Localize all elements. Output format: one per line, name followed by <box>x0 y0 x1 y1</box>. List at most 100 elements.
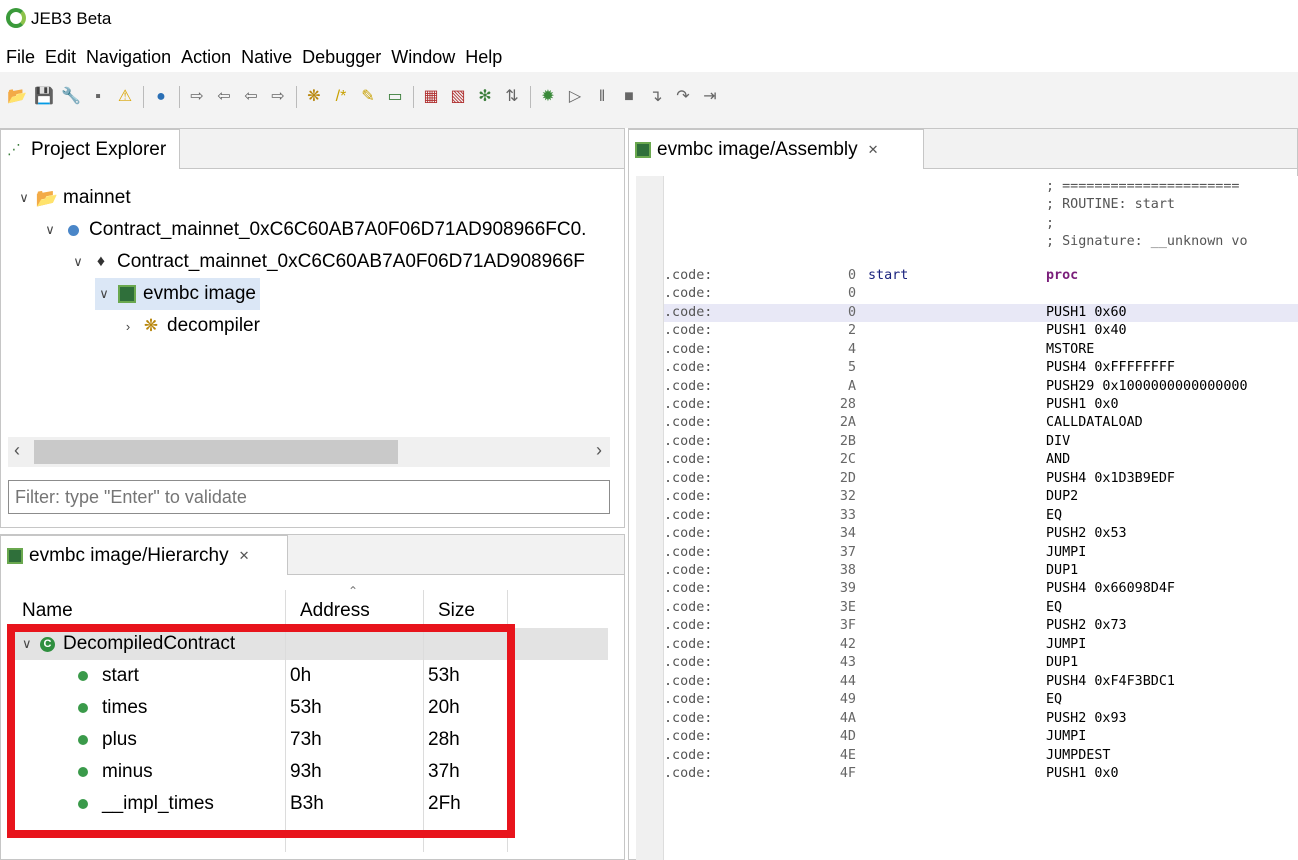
instruction: PUSH1 0x60 <box>1046 304 1127 320</box>
tree-item-contract-unit[interactable]: ∨ ♦ Contract_mainnet_0xC6C60AB7A0F06D71A… <box>69 246 585 278</box>
asm-line[interactable]: .code: 4E JUMPDEST <box>664 747 1298 765</box>
chevron-down-icon[interactable]: ∨ <box>41 222 59 238</box>
scroll-right-icon[interactable]: › <box>596 440 602 461</box>
asm-line[interactable]: .code: 2A CALLDATALOAD <box>664 414 1298 432</box>
stop-icon[interactable]: ■ <box>618 86 640 108</box>
address-offset: 4E <box>839 747 856 763</box>
menu-debugger[interactable]: Debugger <box>296 42 385 70</box>
wrench-icon[interactable]: 🔧 <box>60 86 82 108</box>
tree-item-decompiler[interactable]: › ❋ decompiler <box>119 310 260 342</box>
asm-line[interactable]: .code: 43 DUP1 <box>664 654 1298 672</box>
step-out-icon[interactable]: ⇥ <box>699 86 721 108</box>
navigate-forward-icon[interactable]: ⇨ <box>186 86 208 108</box>
tab-hierarchy[interactable]: evmbc image/Hierarchy ✕ <box>0 535 288 575</box>
horizontal-scrollbar[interactable]: ‹ › <box>8 437 610 467</box>
asm-line[interactable]: .code: 44 PUSH4 0xF4F3BDC1 <box>664 673 1298 691</box>
nodes-icon[interactable]: ✻ <box>474 86 496 108</box>
instruction: PUSH4 0x66098D4F <box>1046 581 1175 597</box>
asm-line[interactable]: .code: 2D PUSH4 0x1D3B9EDF <box>664 470 1298 488</box>
asm-line[interactable]: .code: 28 PUSH1 0x0 <box>664 396 1298 414</box>
run-icon[interactable]: ▷ <box>564 86 586 108</box>
chevron-right-icon[interactable]: › <box>119 319 137 334</box>
instruction: DUP2 <box>1046 489 1079 505</box>
address-offset: 2 <box>847 323 856 339</box>
asm-line[interactable]: .code: 3E EQ <box>664 599 1298 617</box>
tree-item-evmbc-image[interactable]: ∨ evmbc image <box>95 278 260 310</box>
export-icon[interactable]: ▭ <box>384 86 406 108</box>
asm-line[interactable]: .code: 38 DUP1 <box>664 562 1298 580</box>
debug-settings-icon[interactable]: ✹ <box>537 86 559 108</box>
asm-line[interactable]: .code: 4 MSTORE <box>664 341 1298 359</box>
address-offset: 2A <box>839 415 856 431</box>
asm-line[interactable]: .code: 2C AND <box>664 451 1298 469</box>
instruction: PUSH4 0x1D3B9EDF <box>1046 470 1175 486</box>
address-offset: 38 <box>839 563 856 578</box>
chevron-down-icon[interactable]: ∨ <box>95 286 113 302</box>
asm-line[interactable]: .code: 4D JUMPI <box>664 728 1298 746</box>
sort-icon[interactable]: ⇅ <box>501 86 523 108</box>
save-icon[interactable]: 💾 <box>33 86 55 108</box>
asm-line[interactable]: .code: 37 JUMPI <box>664 544 1298 562</box>
tab-project-explorer[interactable]: ⋰ Project Explorer <box>0 129 180 169</box>
scrollbar-thumb[interactable] <box>34 440 398 464</box>
menu-edit[interactable]: Edit <box>39 42 80 70</box>
navigate-back-icon[interactable]: ⇦ <box>213 86 235 108</box>
address-offset: 3F <box>839 618 856 634</box>
tab-assembly[interactable]: evmbc image/Assembly ✕ <box>628 129 924 169</box>
tab-label: Project Explorer <box>31 138 167 160</box>
asm-line[interactable]: .code: 5 PUSH4 0xFFFFFFFF <box>664 359 1298 377</box>
warning-icon[interactable]: ⚠ <box>114 86 136 108</box>
filter-input[interactable] <box>8 480 610 514</box>
menu-native[interactable]: Native <box>235 42 296 70</box>
asm-line[interactable]: .code: 32 DUP2 <box>664 488 1298 506</box>
menu-help[interactable]: Help <box>459 42 506 70</box>
rename-icon[interactable]: ✎ <box>357 86 379 108</box>
instruction: PUSH2 0x53 <box>1046 526 1127 542</box>
close-icon[interactable]: ✕ <box>868 142 879 158</box>
scroll-left-icon[interactable]: ‹ <box>14 440 20 461</box>
column-header-address[interactable]: ⌃ Address <box>286 584 424 626</box>
decompile-icon[interactable]: ❋ <box>303 86 325 108</box>
arrow-right-icon[interactable]: ⇨ <box>267 86 289 108</box>
chevron-down-icon[interactable]: ∨ <box>15 190 33 206</box>
asm-line[interactable]: .code: 0 <box>664 285 1298 303</box>
asm-line[interactable]: .code: 42 JUMPI <box>664 636 1298 654</box>
menu-action[interactable]: Action <box>175 42 235 70</box>
menu-navigation[interactable]: Navigation <box>80 42 175 70</box>
column-header-size[interactable]: Size <box>424 590 508 626</box>
column-header-name[interactable]: Name <box>8 590 286 626</box>
asm-line[interactable]: .code: 0 start proc <box>664 267 1298 285</box>
tree-item-mainnet[interactable]: ∨ 📂 mainnet <box>15 182 130 214</box>
chevron-down-icon[interactable]: ∨ <box>69 254 87 270</box>
asm-line[interactable]: .code: 2B DIV <box>664 433 1298 451</box>
asm-line[interactable]: .code: 4A PUSH2 0x93 <box>664 710 1298 728</box>
asm-line[interactable]: .code: 33 EQ <box>664 507 1298 525</box>
comment-icon[interactable]: /* <box>330 86 352 108</box>
asm-line[interactable]: .code: 4F PUSH1 0x0 <box>664 765 1298 783</box>
asm-line[interactable]: .code: 39 PUSH4 0x66098D4F <box>664 580 1298 598</box>
pause-icon[interactable]: ‖ <box>591 86 613 108</box>
address-offset: 4D <box>839 729 856 745</box>
assembly-view[interactable]: ; ====================== ; ROUTINE: start… <box>636 176 1298 860</box>
asm-line[interactable]: .code: 0 PUSH1 0x60 <box>664 303 1298 322</box>
asm-line[interactable]: .code: 3F PUSH2 0x73 <box>664 617 1298 635</box>
grid-icon[interactable]: ▦ <box>420 86 442 108</box>
globe-icon[interactable]: ● <box>150 86 172 108</box>
menu-file[interactable]: File <box>0 42 39 70</box>
step-over-icon[interactable]: ↷ <box>672 86 694 108</box>
graph-icon[interactable]: ▧ <box>447 86 469 108</box>
open-folder-icon[interactable]: 📂 <box>6 86 28 108</box>
ethereum-icon: ♦ <box>96 253 106 270</box>
step-into-icon[interactable]: ↴ <box>645 86 667 108</box>
minimize-icon[interactable]: ▪ <box>87 86 109 108</box>
asm-line[interactable]: .code: 2 PUSH1 0x40 <box>664 322 1298 340</box>
tree-item-contract-artifact[interactable]: ∨ Contract_mainnet_0xC6C60AB7A0F06D71AD9… <box>41 214 586 246</box>
arrow-left-icon[interactable]: ⇦ <box>240 86 262 108</box>
asm-line[interactable]: .code: A PUSH29 0x1000000000000000 <box>664 378 1298 396</box>
asm-line[interactable]: .code: 34 PUSH2 0x53 <box>664 525 1298 543</box>
toolbar-separator <box>530 86 531 108</box>
menu-window[interactable]: Window <box>385 42 459 70</box>
routine-label[interactable]: start <box>868 267 908 285</box>
asm-line[interactable]: .code: 49 EQ <box>664 691 1298 709</box>
close-icon[interactable]: ✕ <box>239 548 250 564</box>
